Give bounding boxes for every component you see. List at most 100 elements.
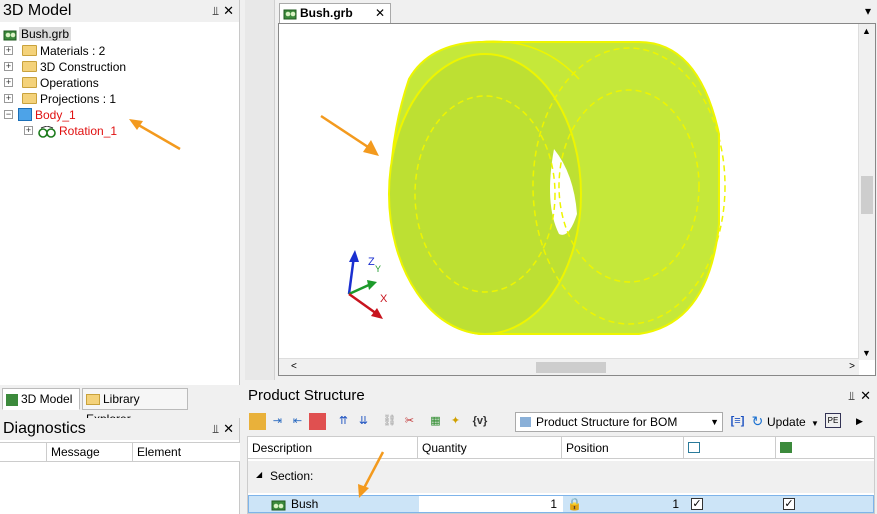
move-out-icon[interactable]: ⇤ xyxy=(289,413,306,430)
row-icon xyxy=(271,496,287,512)
product-structure-toolbar: ⇥ ⇤ ⇈ ⇊ ⛓ ✂ ▦ ✦ {v} Product Structure fo… xyxy=(247,410,875,434)
col-description[interactable]: Description xyxy=(248,437,418,459)
horizontal-scrollbar[interactable]: < > xyxy=(279,358,859,375)
model-panel-title: 3D Model ⫫ ✕ xyxy=(0,0,239,22)
tree-item-label: Operations xyxy=(40,76,99,90)
expand-icon[interactable]: + xyxy=(4,94,13,103)
tree-item-3d-construction[interactable]: + 3D Construction xyxy=(4,59,126,75)
product-structure-type-select[interactable]: Product Structure for BOM ▼ xyxy=(515,412,723,432)
add-item-icon[interactable] xyxy=(249,413,266,430)
cell-quantity[interactable]: 1 xyxy=(419,496,563,512)
pin-icon[interactable]: ⫫ xyxy=(212,418,219,440)
axis-label-z: Z xyxy=(368,256,375,268)
tab-list-icon[interactable]: ▾ xyxy=(865,4,871,18)
product-structure-panel: Product Structure ⫫ ✕ ⇥ ⇤ ⇈ ⇊ ⛓ ✂ ▦ ✦ {v… xyxy=(245,384,877,514)
chevron-down-icon: ▼ xyxy=(811,419,819,428)
3d-viewport[interactable]: Z Y X ▲ ▼ < > xyxy=(278,23,876,376)
col-visible[interactable] xyxy=(684,437,776,459)
update-button[interactable]: Update ▼ xyxy=(767,413,819,431)
section-row[interactable]: ◢ Section: xyxy=(248,461,874,493)
tab-3d-model[interactable]: 3D Model xyxy=(2,388,80,410)
horizontal-scroll-thumb[interactable] xyxy=(536,362,606,373)
diag-col-element[interactable]: Element xyxy=(133,443,238,461)
variables-button[interactable]: {v} xyxy=(467,413,493,430)
refresh-icon[interactable]: ↻ xyxy=(749,413,766,430)
pin-icon[interactable]: ⫫ xyxy=(212,0,219,22)
close-icon[interactable]: ✕ xyxy=(860,384,871,408)
tab-bush-grb[interactable]: Bush.grb ✕ xyxy=(279,3,391,23)
body-icon xyxy=(18,108,32,122)
delete-item-icon[interactable] xyxy=(309,413,326,430)
visible-checkbox[interactable]: ✓ xyxy=(691,498,703,510)
tree-item-operations[interactable]: + Operations xyxy=(4,75,99,91)
report-icon[interactable]: PE xyxy=(825,413,841,428)
model-tab-icon xyxy=(6,393,18,406)
tab-library-explorer[interactable]: Library Explorer xyxy=(82,388,188,426)
bush-part-icon xyxy=(271,500,286,511)
structure-icon xyxy=(520,417,531,427)
diag-col-icon[interactable] xyxy=(0,443,47,461)
grid-header: Description Quantity Position xyxy=(248,437,874,459)
vertical-scroll-thumb[interactable] xyxy=(861,176,873,214)
scroll-left-icon[interactable]: < xyxy=(291,361,297,372)
close-icon[interactable]: ✕ xyxy=(375,4,385,22)
assembly-icon xyxy=(3,30,17,41)
col-include[interactable] xyxy=(776,437,874,459)
close-icon[interactable]: ✕ xyxy=(223,0,234,22)
sort-up-icon[interactable]: ⇈ xyxy=(335,413,352,430)
tree-root[interactable]: Bush.grb xyxy=(3,26,72,42)
tree-item-label: 3D Construction xyxy=(40,60,127,74)
tree-item-materials[interactable]: + Materials : 2 xyxy=(4,43,105,59)
collapse-icon[interactable]: ◢ xyxy=(256,470,262,479)
axis-label-x: X xyxy=(380,293,388,305)
product-structure-grid: Description Quantity Position ◢ Section:… xyxy=(247,436,875,514)
scroll-right-icon[interactable]: > xyxy=(849,361,855,372)
folder-icon xyxy=(22,77,37,89)
tree-item-label: Projections : 1 xyxy=(40,92,117,106)
expand-icon[interactable]: + xyxy=(4,62,13,71)
diag-col-message[interactable]: Message xyxy=(47,443,133,461)
unlink-icon[interactable]: ✂ xyxy=(401,413,418,430)
column-visible-icon xyxy=(688,442,700,453)
update-label: Update xyxy=(767,415,806,429)
vertical-scrollbar[interactable]: ▲ ▼ xyxy=(858,24,875,360)
expand-icon[interactable]: + xyxy=(24,126,33,135)
col-quantity[interactable]: Quantity xyxy=(418,437,562,459)
expand-icon[interactable]: + xyxy=(4,46,13,55)
collapse-icon[interactable]: − xyxy=(4,110,13,119)
tree-item-label: Materials : 2 xyxy=(40,44,106,58)
folder-icon xyxy=(22,61,37,73)
pin-icon[interactable]: ⫫ xyxy=(848,384,855,408)
tab-label: Bush.grb xyxy=(300,6,353,20)
include-checkbox[interactable]: ✓ xyxy=(783,498,795,510)
tree-item-body[interactable]: − Body_1 xyxy=(4,107,76,123)
folder-icon xyxy=(22,45,37,57)
expand-icon[interactable]: + xyxy=(4,78,13,87)
bracket-icon[interactable]: [≡] xyxy=(729,413,746,430)
scroll-down-icon[interactable]: ▼ xyxy=(862,348,871,358)
model-tree-panel: 3D Model ⫫ ✕ Bush.grb + Materials : 2 + … xyxy=(0,0,240,385)
tab-label: 3D Model xyxy=(21,392,73,406)
sparkle-icon[interactable]: ✦ xyxy=(447,413,464,430)
assembly-icon xyxy=(283,9,297,20)
table-icon[interactable]: ▦ xyxy=(427,413,444,430)
table-row[interactable]: Bush 1 🔒 1 ✓ ✓ xyxy=(248,495,874,513)
toolbar-overflow-icon[interactable]: ▶ xyxy=(851,413,868,430)
link-icon[interactable]: ⛓ xyxy=(381,413,398,430)
tree-item-rotation[interactable]: + Rotation_1 xyxy=(24,123,117,139)
cell-description: Bush xyxy=(291,497,319,511)
model-panel-title-text: 3D Model xyxy=(3,2,72,19)
scroll-up-icon[interactable]: ▲ xyxy=(862,26,871,36)
move-in-icon[interactable]: ⇥ xyxy=(269,413,286,430)
product-structure-title-text: Product Structure xyxy=(248,387,365,404)
product-structure-title: Product Structure ⫫ ✕ xyxy=(245,384,877,408)
annotation-arrow-icon xyxy=(129,119,181,151)
sort-down-icon[interactable]: ⇊ xyxy=(355,413,372,430)
cell-position[interactable]: 1 xyxy=(563,496,685,512)
chevron-down-icon: ▼ xyxy=(710,417,719,427)
diagnostics-header: Message Element xyxy=(0,442,240,462)
close-icon[interactable]: ✕ xyxy=(223,418,234,440)
tree-item-projections[interactable]: + Projections : 1 xyxy=(4,91,116,107)
left-panel-tabs: 3D Model Library Explorer xyxy=(0,386,240,426)
col-position[interactable]: Position xyxy=(562,437,684,459)
